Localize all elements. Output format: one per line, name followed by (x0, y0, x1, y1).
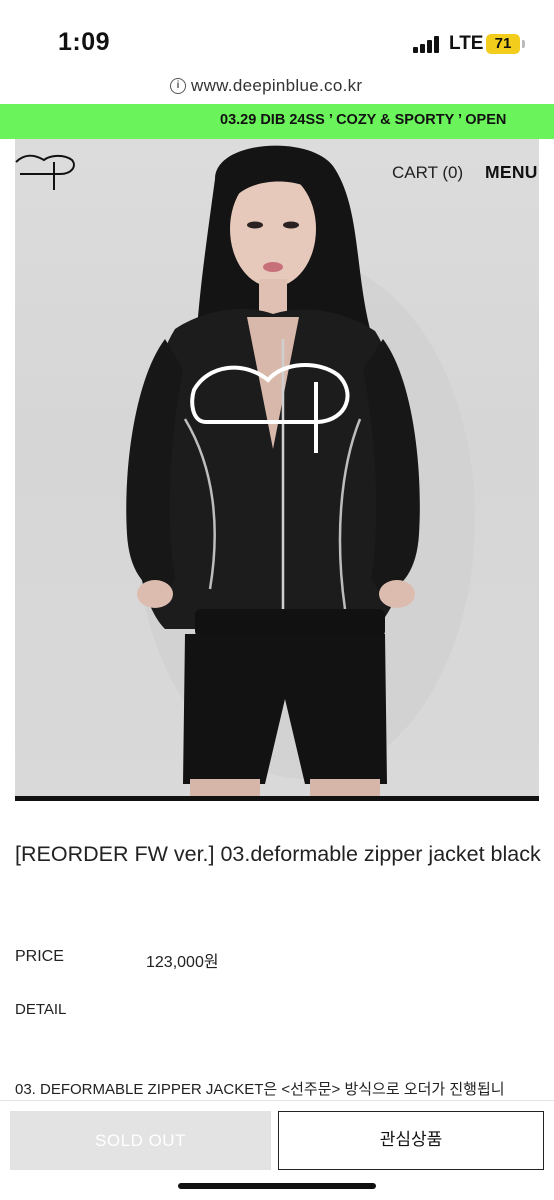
browser-url-bar[interactable]: i www.deepinblue.co.kr (0, 70, 554, 104)
sold-out-button[interactable]: SOLD OUT (10, 1111, 271, 1170)
brand-watermark-icon (190, 363, 350, 453)
detail-label: DETAIL (15, 1001, 67, 1018)
battery-icon: 71 (486, 34, 520, 54)
status-time: 1:09 (58, 28, 111, 56)
wishlist-button[interactable]: 관심상품 (278, 1111, 544, 1170)
price-value: 123,000원 (146, 954, 219, 971)
cart-link[interactable]: CART (0) (392, 163, 463, 183)
status-bar: 1:09 LTE 71 (0, 0, 554, 70)
promo-banner[interactable]: 03.29 DIB 24SS ’ COZY & SPORTY ’ OPEN (0, 104, 554, 139)
home-indicator[interactable] (178, 1183, 376, 1189)
product-description: 03. DEFORMABLE ZIPPER JACKET은 <선주문> 방식으로… (15, 1081, 505, 1098)
signal-icon (413, 36, 443, 53)
product-image (15, 139, 539, 796)
brand-logo-icon[interactable] (14, 152, 76, 192)
network-type: LTE (449, 33, 484, 54)
menu-button[interactable]: MENU (485, 162, 538, 183)
url-text[interactable]: www.deepinblue.co.kr (191, 76, 362, 96)
battery-cap (522, 40, 525, 48)
battery-level: 71 (494, 35, 512, 52)
banner-text[interactable]: 03.29 DIB 24SS ’ COZY & SPORTY ’ OPEN (220, 112, 506, 128)
product-title: [REORDER FW ver.] 03.deformable zipper j… (15, 842, 541, 866)
price-label: PRICE (15, 948, 64, 965)
image-divider (15, 796, 539, 801)
model-illustration (126, 145, 475, 796)
info-icon[interactable]: i (170, 78, 186, 94)
